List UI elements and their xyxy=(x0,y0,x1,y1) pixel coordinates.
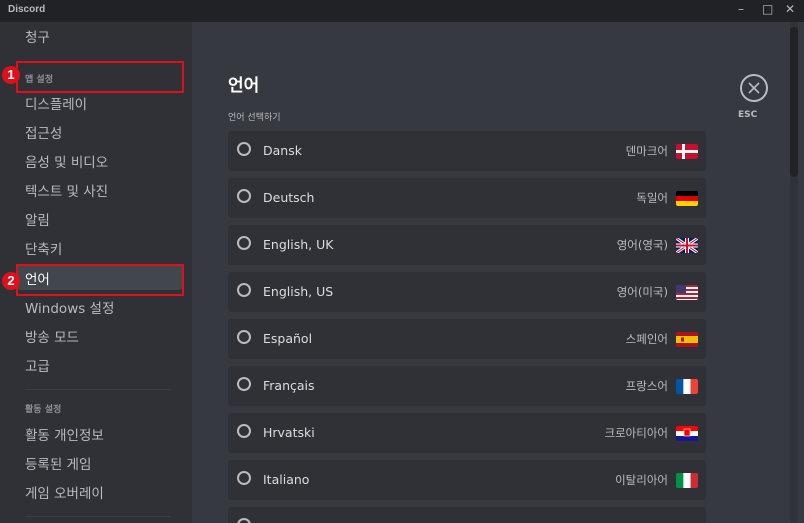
us-flag-icon xyxy=(676,285,698,300)
maximize-button[interactable]: □ xyxy=(762,2,773,16)
sidebar-item-voice-video[interactable]: 음성 및 비디오 xyxy=(16,147,182,173)
language-local-name: 크로아티아어 xyxy=(604,426,668,440)
language-option-english-uk[interactable]: English, UK 영어(영국) xyxy=(228,225,706,265)
radio-button[interactable] xyxy=(237,283,251,297)
language-local-name: 프랑스어 xyxy=(625,379,668,393)
es-flag-icon xyxy=(676,332,698,347)
radio-button[interactable] xyxy=(237,236,251,250)
it-flag-icon xyxy=(676,473,698,488)
sidebar-item-registered-games[interactable]: 등록된 게임 xyxy=(16,449,182,475)
language-option-italiano[interactable]: Italiano 이탈리아어 xyxy=(228,460,706,500)
radio-button[interactable] xyxy=(237,189,251,203)
sidebar-item-billing[interactable]: 청구 xyxy=(16,22,182,48)
language-local-name: 스페인어 xyxy=(625,332,668,346)
sidebar-item-label: 방송 모드 xyxy=(25,330,79,346)
language-option-english-us[interactable]: English, US 영어(미국) xyxy=(228,272,706,312)
annotation-number-1: 1 xyxy=(2,66,20,84)
language-option-dansk[interactable]: Dansk 덴마크어 xyxy=(228,131,706,171)
radio-button[interactable] xyxy=(237,377,251,391)
sidebar-divider xyxy=(25,516,171,517)
language-settings-panel: 언어 언어 선택하기 Dansk 덴마크어 Deutsch 독일어 Englis… xyxy=(192,22,804,523)
scrollbar-thumb[interactable] xyxy=(790,27,798,177)
activity-settings-header: 활동 설정 xyxy=(25,405,62,415)
fr-flag-icon xyxy=(676,379,698,394)
language-name: Hrvatski xyxy=(263,425,315,440)
close-window-button[interactable]: ✕ xyxy=(785,2,795,16)
sidebar-item-activity-privacy[interactable]: 활동 개인정보 xyxy=(16,420,182,446)
language-option-deutsch[interactable]: Deutsch 독일어 xyxy=(228,178,706,218)
gb-flag-icon xyxy=(676,238,698,253)
close-icon xyxy=(748,82,760,94)
sidebar-item-label: 알림 xyxy=(25,213,50,229)
sidebar-item-label: Windows 설정 xyxy=(25,301,115,317)
language-name: Español xyxy=(263,331,313,346)
esc-label: ESC xyxy=(738,110,758,120)
radio-button[interactable] xyxy=(237,424,251,438)
language-name: Italiano xyxy=(263,472,310,487)
close-settings-button[interactable] xyxy=(740,74,768,102)
hr-flag-icon xyxy=(676,426,698,441)
sidebar-item-text-images[interactable]: 텍스트 및 사진 xyxy=(16,176,182,202)
radio-button[interactable] xyxy=(237,330,251,344)
sidebar-item-game-overlay[interactable]: 게임 오버레이 xyxy=(16,478,182,504)
sidebar-item-label: 텍스트 및 사진 xyxy=(25,184,109,200)
sidebar-item-label: 음성 및 비디오 xyxy=(25,155,109,171)
language-option-espanol[interactable]: Español 스페인어 xyxy=(228,319,706,359)
language-name: English, UK xyxy=(263,237,334,252)
dk-flag-icon xyxy=(676,144,698,159)
annotation-number-2: 2 xyxy=(2,272,20,290)
language-local-name: 덴마크어 xyxy=(625,144,668,158)
radio-button[interactable] xyxy=(237,518,251,523)
sidebar-item-label: 게임 오버레이 xyxy=(25,486,104,502)
sidebar-item-keybinds[interactable]: 단축키 xyxy=(16,234,182,260)
language-name: Français xyxy=(263,378,315,393)
annotation-box-2 xyxy=(16,264,184,296)
sidebar-item-label: 활동 개인정보 xyxy=(25,428,104,444)
sidebar-item-label: 디스플레이 xyxy=(25,97,88,113)
sidebar-item-label: 청구 xyxy=(25,30,50,46)
page-title: 언어 xyxy=(228,76,260,96)
language-name: Deutsch xyxy=(263,190,315,205)
sidebar-item-windows-settings[interactable]: Windows 설정 xyxy=(16,293,182,319)
language-local-name: 독일어 xyxy=(636,191,668,205)
language-option-hrvatski[interactable]: Hrvatski 크로아티아어 xyxy=(228,413,706,453)
sidebar-item-accessibility[interactable]: 접근성 xyxy=(16,118,182,144)
language-option-next[interactable] xyxy=(228,507,706,523)
language-local-name: 영어(영국) xyxy=(616,238,668,252)
de-flag-icon xyxy=(676,191,698,206)
language-local-name: 영어(미국) xyxy=(616,285,668,299)
language-name: Dansk xyxy=(263,143,302,158)
sidebar-item-label: 등록된 게임 xyxy=(25,457,92,473)
sidebar-item-label: 단축키 xyxy=(25,242,63,258)
language-option-francais[interactable]: Français 프랑스어 xyxy=(228,366,706,406)
sidebar-item-streamer-mode[interactable]: 방송 모드 xyxy=(16,322,182,348)
annotation-box-1 xyxy=(16,61,184,93)
sidebar-item-advanced[interactable]: 고급 xyxy=(16,351,182,377)
minimize-button[interactable]: – xyxy=(738,2,744,16)
radio-button[interactable] xyxy=(237,142,251,156)
sidebar-divider xyxy=(25,389,171,390)
sidebar-item-notifications[interactable]: 알림 xyxy=(16,205,182,231)
title-bar: Discord – □ ✕ xyxy=(0,0,804,22)
app-name: Discord xyxy=(8,4,46,15)
language-name: English, US xyxy=(263,284,334,299)
language-local-name: 이탈리아어 xyxy=(615,473,668,487)
radio-button[interactable] xyxy=(237,471,251,485)
sidebar-item-label: 접근성 xyxy=(25,126,63,142)
sidebar-item-label: 고급 xyxy=(25,359,50,375)
section-label: 언어 선택하기 xyxy=(228,113,281,123)
